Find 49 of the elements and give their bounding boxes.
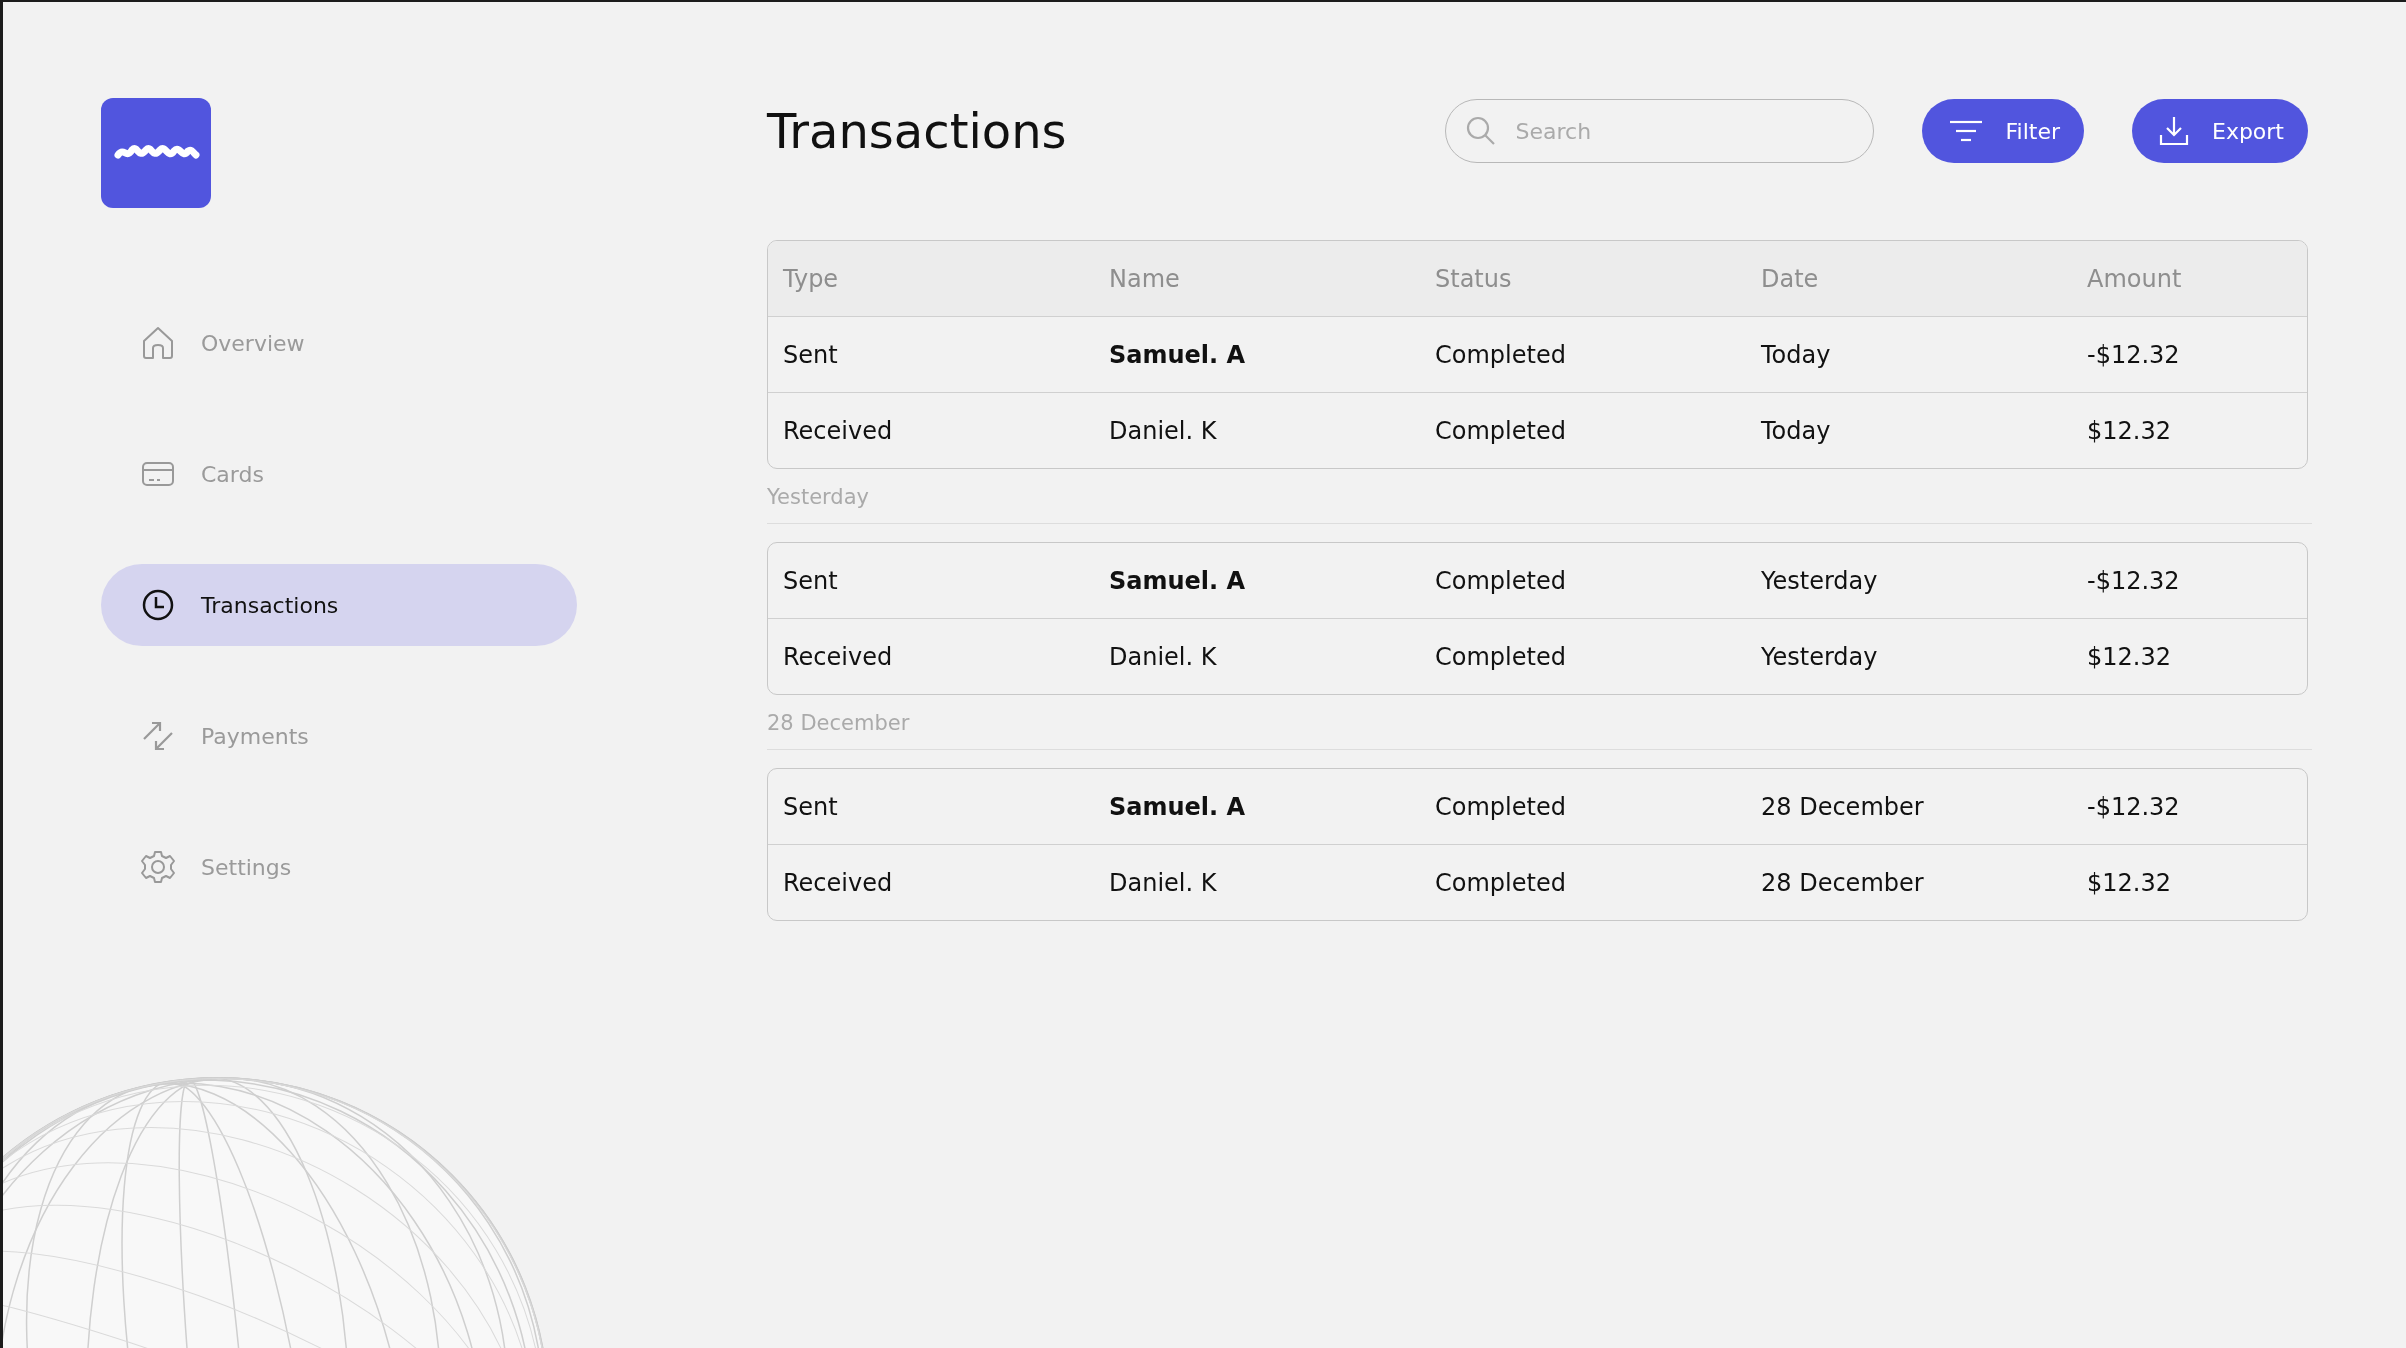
table-cell-text: Completed — [1434, 416, 1567, 445]
nav-item[interactable]: Overview — [101, 302, 577, 384]
table-cell-text: Sent — [782, 792, 839, 821]
table-cell-text: Today — [1760, 416, 1832, 445]
table-cell-text: Completed — [1434, 340, 1567, 369]
nav-item[interactable]: Cards — [101, 433, 577, 515]
table-cell-text: Yesterday — [1760, 642, 1879, 671]
table-cell-text: -$12.32 — [2086, 566, 2181, 595]
table-cell-text: Samuel. A — [1108, 340, 1247, 369]
column-header: Type — [782, 264, 840, 293]
group-label: 28 December — [767, 695, 2312, 750]
column-header: Name — [1108, 264, 1181, 293]
nav-item[interactable]: Payments — [101, 695, 577, 777]
table-cell-text: Completed — [1434, 566, 1567, 595]
table-cell-text: Received — [782, 642, 894, 671]
column-header: Date — [1760, 264, 1820, 293]
table-cell-text: 28 December — [1760, 792, 1925, 821]
table-cell-text: Yesterday — [1760, 566, 1879, 595]
table-cell-text: Completed — [1434, 868, 1567, 897]
filter-button[interactable]: Filter — [1921, 99, 2084, 163]
table-cell-text: Completed — [1434, 642, 1567, 671]
table-cell-text: Daniel. K — [1108, 416, 1218, 445]
table-cell-text: Sent — [782, 566, 839, 595]
table-cell-text: -$12.32 — [2086, 792, 2181, 821]
search-icon — [1464, 115, 1497, 147]
table-cell-text: Completed — [1434, 792, 1567, 821]
table-cell-text: $12.32 — [2086, 416, 2172, 445]
group-label: Yesterday — [767, 469, 2312, 524]
download-icon — [2158, 115, 2190, 147]
table-cell-text: Daniel. K — [1108, 868, 1218, 897]
table-cell-text: -$12.32 — [2086, 340, 2181, 369]
table-cell-text: $12.32 — [2086, 642, 2172, 671]
table-cell-text: Samuel. A — [1108, 792, 1247, 821]
search-field[interactable]: Search — [1444, 99, 1874, 163]
column-header: Status — [1434, 264, 1513, 293]
table-cell-text: Sent — [782, 340, 839, 369]
nav-item[interactable]: Settings — [101, 826, 577, 908]
table-cell-text: Daniel. K — [1108, 642, 1218, 671]
table-cell-text: $12.32 — [2086, 868, 2172, 897]
table-cell-text: Today — [1760, 340, 1832, 369]
table-cell-text: Received — [782, 416, 894, 445]
table-cell-text: Samuel. A — [1108, 566, 1247, 595]
export-button[interactable]: Export — [2132, 99, 2308, 163]
filter-icon — [1947, 119, 1984, 143]
table-cell-text: Received — [782, 868, 894, 897]
page-title: Transactions — [767, 103, 1068, 159]
column-header: Amount — [2086, 264, 2183, 293]
table-cell-text: 28 December — [1760, 868, 1925, 897]
nav-item[interactable]: Transactions — [101, 564, 577, 646]
